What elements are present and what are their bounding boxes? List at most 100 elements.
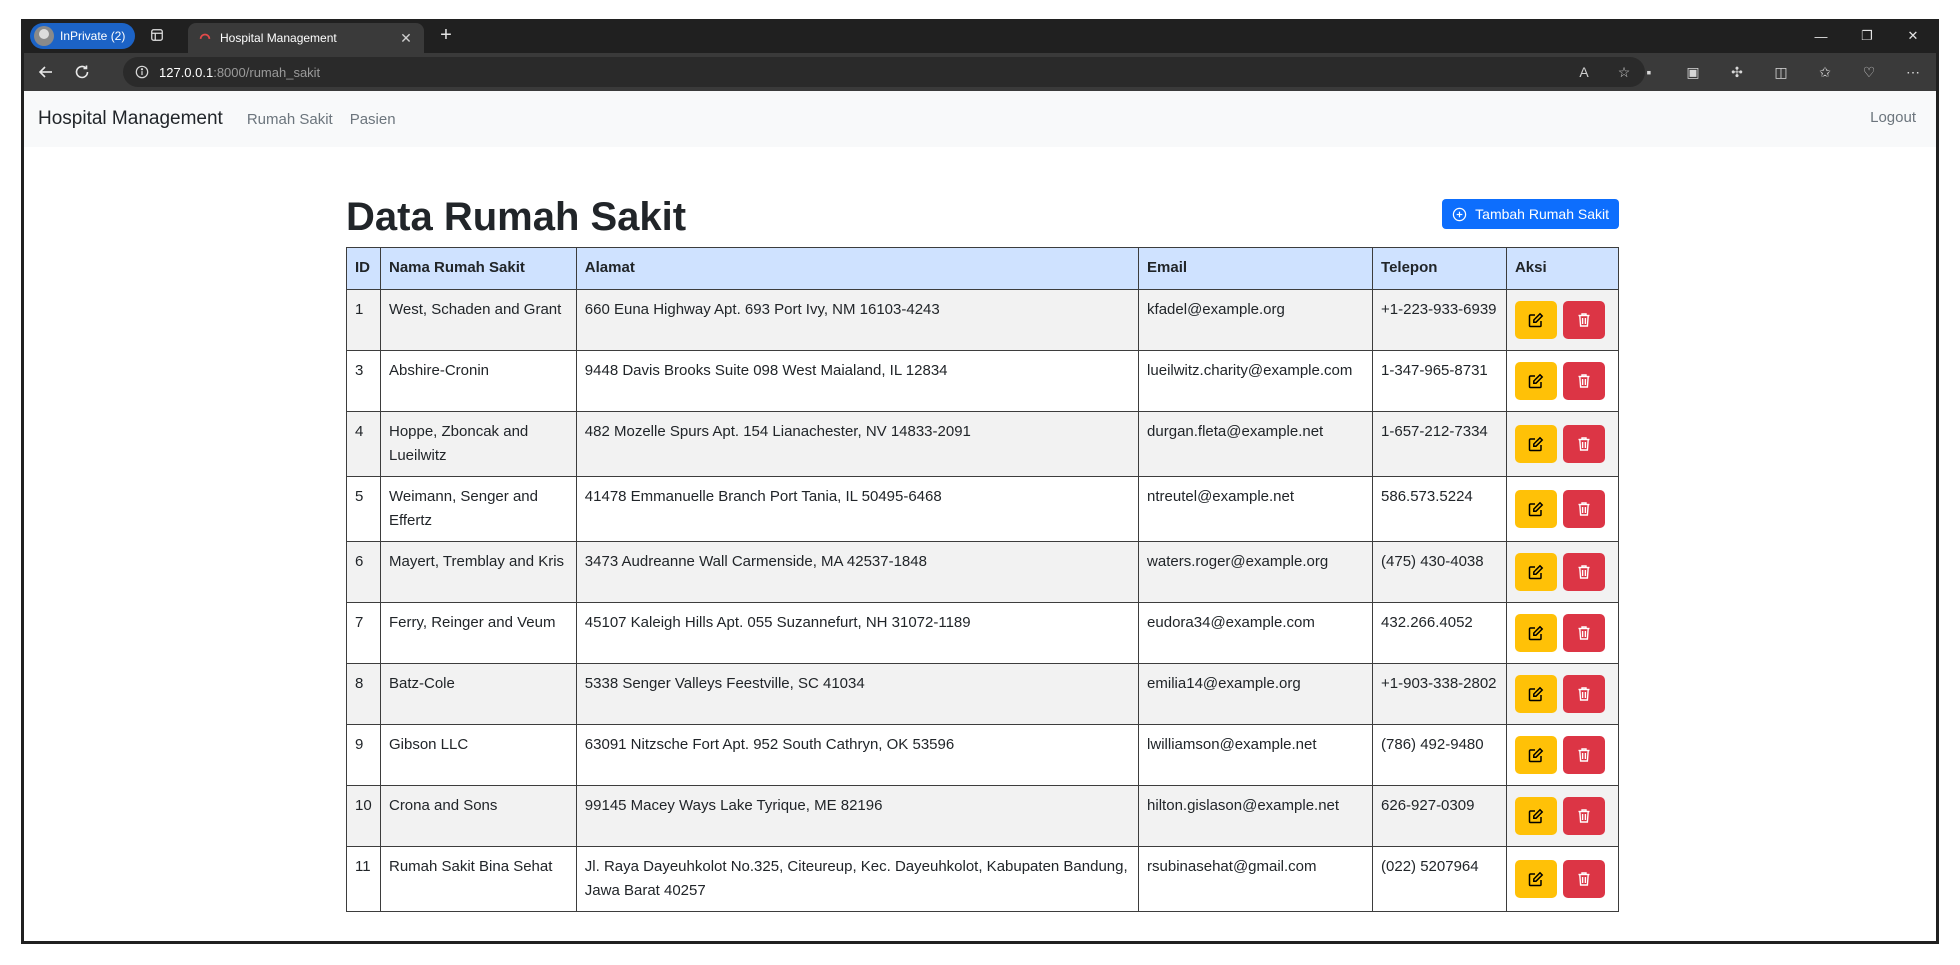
favorite-star-icon[interactable]: ☆ bbox=[1615, 63, 1633, 81]
url-text[interactable]: 127.0.0.1:8000/rumah_sakit bbox=[159, 65, 320, 80]
edit-icon bbox=[1528, 686, 1544, 702]
edit-button[interactable] bbox=[1514, 362, 1557, 400]
cell-nama: Gibson LLC bbox=[379, 724, 577, 786]
table-row: 8 Batz-Cole 5338 Senger Valleys Feestville… bbox=[346, 663, 1620, 725]
cell-alamat: 99145 Macey Ways Lake Tyrique, ME 82196 bbox=[575, 785, 1140, 847]
add-hospital-button[interactable]: Tambah Rumah Sakit bbox=[1442, 199, 1619, 229]
cell-alamat: 3473 Audreanne Wall Carmenside, MA 42537… bbox=[575, 541, 1140, 603]
minimize-icon[interactable]: ― bbox=[1798, 19, 1844, 53]
cell-nama: West, Schaden and Grant bbox=[379, 289, 577, 351]
more-menu-icon[interactable]: ⋯ bbox=[1902, 62, 1924, 82]
cell-nama: Mayert, Tremblay and Kris bbox=[379, 541, 577, 603]
edit-icon bbox=[1528, 871, 1544, 887]
delete-button[interactable] bbox=[1562, 736, 1605, 774]
delete-button[interactable] bbox=[1562, 490, 1605, 528]
logout-link[interactable]: Logout bbox=[1870, 109, 1916, 126]
cell-telepon: (786) 492-9480 bbox=[1372, 724, 1507, 786]
delete-button[interactable] bbox=[1562, 860, 1605, 898]
cell-email: waters.roger@example.org bbox=[1138, 541, 1374, 603]
column-header-alamat: Alamat bbox=[575, 247, 1140, 290]
column-header-id: ID bbox=[346, 247, 381, 290]
delete-button[interactable] bbox=[1562, 362, 1605, 400]
profile-avatar-icon bbox=[34, 26, 54, 46]
tab-bar: InPrivate (2) Hospital Management ✕ + ― … bbox=[24, 19, 1936, 53]
hospital-table: ID Nama Rumah Sakit Alamat Email Telepon… bbox=[346, 247, 1620, 912]
trash-icon bbox=[1576, 808, 1592, 824]
cell-alamat: Jl. Raya Dayeuhkolot No.325, Citeureup, … bbox=[575, 846, 1140, 912]
profile-label: InPrivate (2) bbox=[60, 29, 126, 43]
cell-id: 1 bbox=[346, 289, 381, 351]
add-hospital-label: Tambah Rumah Sakit bbox=[1475, 206, 1609, 222]
tab-actions-icon[interactable] bbox=[148, 26, 166, 44]
cell-nama: Ferry, Reinger and Veum bbox=[379, 602, 577, 664]
nav-link-rumah-sakit[interactable]: Rumah Sakit bbox=[247, 111, 333, 128]
cell-email: emilia14@example.org bbox=[1138, 663, 1374, 725]
read-aloud-icon[interactable]: A bbox=[1575, 63, 1593, 81]
cell-nama: Hoppe, Zboncak and Lueilwitz bbox=[379, 411, 577, 477]
cell-alamat: 45107 Kaleigh Hills Apt. 055 Suzannefurt… bbox=[575, 602, 1140, 664]
cell-alamat: 660 Euna Highway Apt. 693 Port Ivy, NM 1… bbox=[575, 289, 1140, 351]
restore-icon[interactable]: ❐ bbox=[1844, 19, 1890, 53]
nav-link-pasien[interactable]: Pasien bbox=[350, 111, 396, 128]
edit-button[interactable] bbox=[1514, 614, 1557, 652]
table-row: 3 Abshire-Cronin 9448 Davis Brooks Suite 0… bbox=[346, 350, 1620, 412]
edit-button[interactable] bbox=[1514, 425, 1557, 463]
cell-alamat: 482 Mozelle Spurs Apt. 154 Lianachester,… bbox=[575, 411, 1140, 477]
browser-essentials-icon[interactable]: ♡ bbox=[1858, 62, 1880, 82]
extensions-puzzle-icon[interactable]: ✣ bbox=[1726, 62, 1748, 82]
table-row: 9 Gibson LLC 63091 Nitzsche Fort Apt. 952 … bbox=[346, 724, 1620, 786]
delete-button[interactable] bbox=[1562, 553, 1605, 591]
cell-alamat: 5338 Senger Valleys Feestville, SC 41034 bbox=[575, 663, 1140, 725]
edit-button[interactable] bbox=[1514, 301, 1557, 339]
trash-icon bbox=[1576, 871, 1592, 887]
cell-email: eudora34@example.com bbox=[1138, 602, 1374, 664]
edit-button[interactable] bbox=[1514, 860, 1557, 898]
loading-favicon-icon bbox=[199, 33, 211, 40]
close-window-icon[interactable]: ✕ bbox=[1890, 19, 1936, 53]
cell-id: 10 bbox=[346, 785, 381, 847]
new-tab-icon[interactable]: + bbox=[436, 25, 456, 46]
trash-icon bbox=[1576, 625, 1592, 641]
cell-nama: Batz-Cole bbox=[379, 663, 577, 725]
cell-email: kfadel@example.org bbox=[1138, 289, 1374, 351]
cell-telepon: (475) 430-4038 bbox=[1372, 541, 1507, 603]
edit-button[interactable] bbox=[1514, 553, 1557, 591]
delete-button[interactable] bbox=[1562, 425, 1605, 463]
navbar-brand[interactable]: Hospital Management bbox=[38, 108, 223, 130]
edit-button[interactable] bbox=[1514, 675, 1557, 713]
cell-telepon: 586.573.5224 bbox=[1372, 476, 1507, 542]
trash-icon bbox=[1576, 501, 1592, 517]
cell-nama: Abshire-Cronin bbox=[379, 350, 577, 412]
page-content: Hospital Management Rumah Sakit Pasien L… bbox=[24, 91, 1936, 941]
favorites-icon[interactable]: ✩ bbox=[1814, 62, 1836, 82]
edit-button[interactable] bbox=[1514, 736, 1557, 774]
edit-button[interactable] bbox=[1514, 490, 1557, 528]
tab-close-icon[interactable]: ✕ bbox=[398, 30, 414, 47]
site-info-icon[interactable] bbox=[135, 65, 149, 79]
split-screen-icon[interactable]: ◫ bbox=[1770, 62, 1792, 82]
cell-aksi bbox=[1505, 411, 1620, 477]
address-bar[interactable]: 127.0.0.1:8000/rumah_sakit A ☆ bbox=[123, 57, 1645, 87]
cell-nama: Rumah Sakit Bina Sehat bbox=[379, 846, 577, 912]
column-header-aksi: Aksi bbox=[1505, 247, 1620, 290]
table-row: 7 Ferry, Reinger and Veum 45107 Kaleigh Hi… bbox=[346, 602, 1620, 664]
refresh-icon[interactable] bbox=[72, 62, 92, 82]
tab-hospital-management[interactable]: Hospital Management ✕ bbox=[188, 23, 424, 53]
extension-icon[interactable]: ▣ bbox=[1682, 62, 1704, 82]
inprivate-profile-button[interactable]: InPrivate (2) bbox=[30, 23, 136, 49]
edit-icon bbox=[1528, 436, 1544, 452]
delete-button[interactable] bbox=[1562, 614, 1605, 652]
back-arrow-icon[interactable] bbox=[36, 62, 56, 82]
delete-button[interactable] bbox=[1562, 301, 1605, 339]
delete-button[interactable] bbox=[1562, 675, 1605, 713]
edit-button[interactable] bbox=[1514, 797, 1557, 835]
cell-alamat: 41478 Emmanuelle Branch Port Tania, IL 5… bbox=[575, 476, 1140, 542]
extension-icon[interactable]: ▪ bbox=[1638, 62, 1660, 82]
column-header-nama: Nama Rumah Sakit bbox=[379, 247, 577, 290]
cell-aksi bbox=[1505, 785, 1620, 847]
delete-button[interactable] bbox=[1562, 797, 1605, 835]
table-header-row: ID Nama Rumah Sakit Alamat Email Telepon… bbox=[346, 247, 1620, 290]
column-header-telepon: Telepon bbox=[1372, 247, 1507, 290]
cell-id: 4 bbox=[346, 411, 381, 477]
table-row: 11 Rumah Sakit Bina Sehat Jl. Raya Dayeuhk… bbox=[346, 846, 1620, 912]
